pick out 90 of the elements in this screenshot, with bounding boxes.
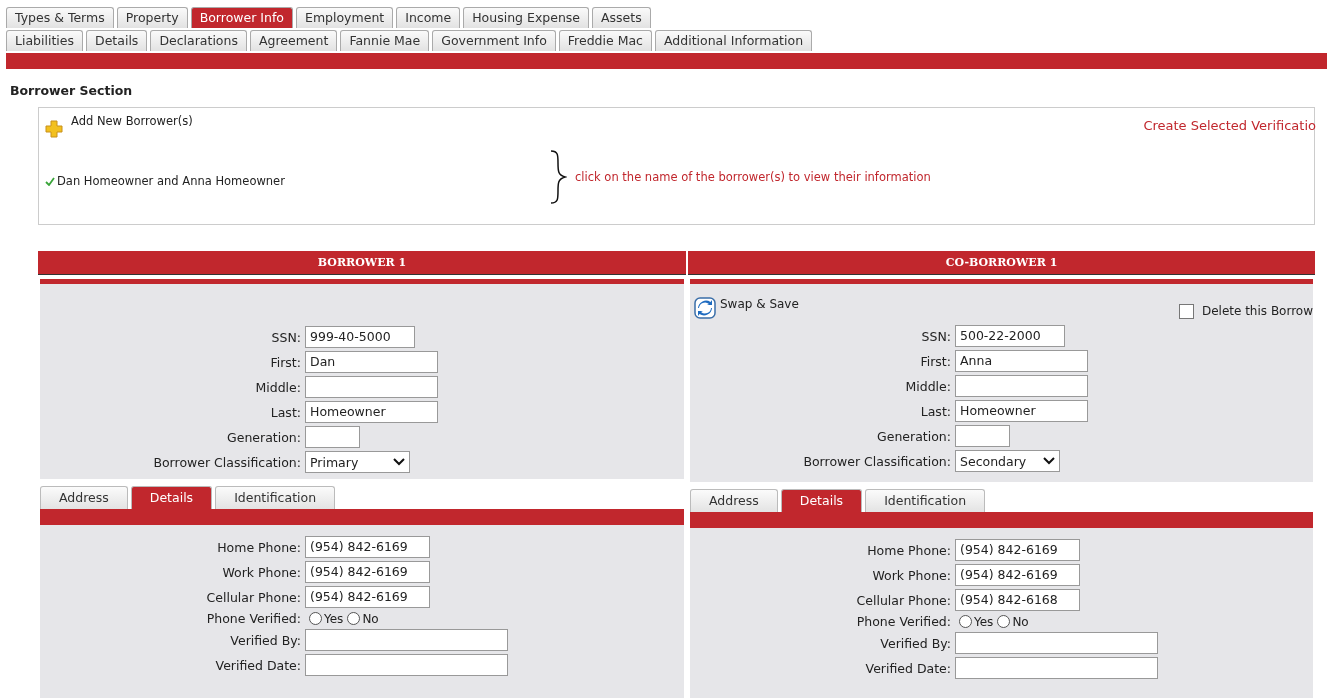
input-field[interactable]: Dan xyxy=(305,351,438,373)
field-label: First: xyxy=(919,353,951,369)
main-tab[interactable]: Housing Expense xyxy=(463,7,590,28)
field-label: Last: xyxy=(919,403,951,419)
input-field[interactable]: Homeowner xyxy=(955,400,1088,422)
field-label: Cellular Phone: xyxy=(855,592,951,608)
field-label: Last: xyxy=(269,404,301,420)
input-field[interactable]: 999-40-5000 xyxy=(305,326,415,348)
field-label: SSN: xyxy=(920,328,951,344)
field-label: Phone Verified: xyxy=(855,614,951,629)
input-field[interactable]: Anna xyxy=(955,350,1088,372)
field-label: Middle: xyxy=(254,379,301,395)
field-label: Phone Verified: xyxy=(205,611,301,626)
input-field[interactable] xyxy=(305,654,508,676)
field-label: Home Phone: xyxy=(866,542,951,558)
input-field[interactable]: (954) 842-6169 xyxy=(305,536,430,558)
main-tab[interactable]: Property xyxy=(116,7,188,28)
input-field[interactable]: 500-22-2000 xyxy=(955,325,1065,347)
input-field[interactable]: (954) 842-6169 xyxy=(955,564,1080,586)
radio-label: Yes xyxy=(974,614,994,629)
swap-icon xyxy=(694,297,716,319)
brace-icon xyxy=(549,150,567,204)
radio-label: Yes xyxy=(324,611,344,626)
main-tab[interactable]: Government Info xyxy=(432,30,556,51)
input-field[interactable] xyxy=(955,375,1088,397)
input-field[interactable] xyxy=(955,425,1010,447)
create-verification-link[interactable]: Create Selected Verificatio xyxy=(1143,118,1316,133)
chevron-down-icon xyxy=(1043,457,1055,465)
checkbox-label: Delete this Borrow xyxy=(1201,304,1313,318)
field-label: First: xyxy=(269,354,301,370)
field-label: Cellular Phone: xyxy=(205,589,301,605)
sub-tab[interactable]: Identification xyxy=(865,489,986,512)
checkbox[interactable] xyxy=(1178,303,1194,319)
input-field[interactable]: (954) 842-6169 xyxy=(955,539,1080,561)
main-tab[interactable]: Liabilities xyxy=(6,30,84,51)
sub-tab[interactable]: Address xyxy=(40,486,128,509)
input-field[interactable]: Homeowner xyxy=(305,401,438,423)
field-label: SSN: xyxy=(270,329,301,345)
input-field[interactable]: (954) 842-6168 xyxy=(955,589,1080,611)
field-label: Verified Date: xyxy=(864,660,951,676)
main-tab[interactable]: Agreement xyxy=(249,30,338,51)
sub-tab[interactable]: Details xyxy=(130,486,213,509)
field-label: Work Phone: xyxy=(871,567,951,583)
input-field[interactable] xyxy=(955,657,1158,679)
main-tab[interactable]: Types & Terms xyxy=(6,7,114,28)
input-field[interactable] xyxy=(955,632,1158,654)
field-label: Verified By: xyxy=(879,635,951,651)
main-tab[interactable]: Income xyxy=(396,7,461,28)
main-tab[interactable]: Additional Information xyxy=(654,30,813,51)
main-tab[interactable]: Freddie Mac xyxy=(558,30,652,51)
input-field[interactable]: (954) 842-6169 xyxy=(305,586,430,608)
radio-button[interactable] xyxy=(309,612,322,625)
main-tab[interactable]: Employment xyxy=(296,7,394,28)
field-label: Middle: xyxy=(904,378,951,394)
sub-tab[interactable]: Address xyxy=(690,489,778,512)
classification-select[interactable]: Primary xyxy=(305,451,410,473)
panel-header: CO-BORROWER 1 xyxy=(688,251,1315,275)
classification-select[interactable]: Secondary xyxy=(955,450,1060,472)
add-borrower-link[interactable]: Add New Borrower(s) xyxy=(71,114,193,128)
field-label: Verified Date: xyxy=(214,657,301,673)
panel-header: BORROWER 1 xyxy=(38,251,686,275)
main-tab[interactable]: Assets xyxy=(592,7,651,28)
input-field[interactable]: (954) 842-6169 xyxy=(305,561,430,583)
field-label: Verified By: xyxy=(229,632,301,648)
plus-icon xyxy=(45,120,63,138)
hint-text: click on the name of the borrower(s) to view their information xyxy=(575,170,931,184)
field-label: Borrower Classification: xyxy=(802,453,951,469)
main-tab[interactable]: Fannie Mae xyxy=(340,30,430,51)
section-title: Borrower Section xyxy=(10,83,134,98)
field-label: Borrower Classification: xyxy=(152,454,301,470)
field-label: Home Phone: xyxy=(216,539,301,555)
field-label: Generation: xyxy=(226,429,301,445)
radio-button[interactable] xyxy=(997,615,1011,628)
input-field[interactable] xyxy=(305,376,438,398)
chevron-down-icon xyxy=(393,458,405,466)
radio-label: No xyxy=(362,611,379,626)
input-field[interactable] xyxy=(305,426,360,448)
sub-tab[interactable]: Details xyxy=(780,489,863,512)
radio-button[interactable] xyxy=(959,615,972,628)
field-label: Generation: xyxy=(876,428,951,444)
input-field[interactable] xyxy=(305,629,508,651)
main-tab[interactable]: Details xyxy=(86,30,148,51)
swap-save-button[interactable]: Swap & Save xyxy=(694,297,799,319)
field-label: Work Phone: xyxy=(221,564,301,580)
radio-label: No xyxy=(1012,614,1029,629)
radio-button[interactable] xyxy=(347,612,361,625)
main-tab[interactable]: Borrower Info xyxy=(190,7,293,28)
borrower-name-link[interactable]: Dan Homeowner and Anna Homeowner xyxy=(57,174,285,188)
main-tab[interactable]: Declarations xyxy=(150,30,247,51)
sub-tab[interactable]: Identification xyxy=(215,486,336,509)
